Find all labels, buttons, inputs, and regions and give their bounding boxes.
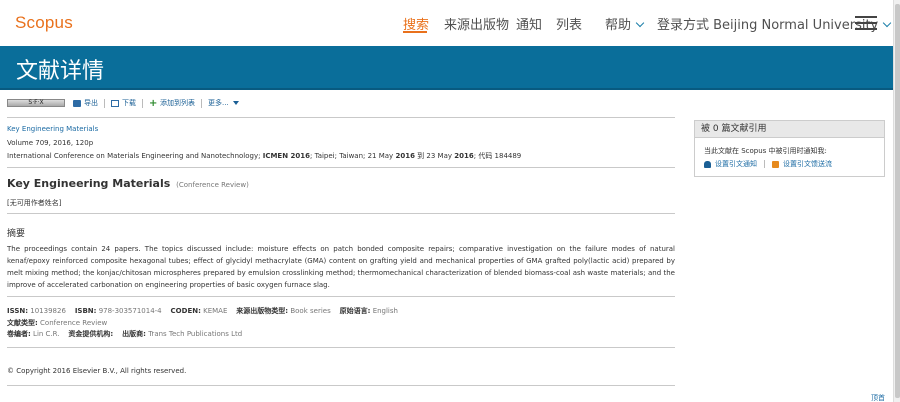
conference-info: International Conference on Materials En… xyxy=(7,151,521,161)
conference-end-date: 23 May xyxy=(426,152,453,160)
issn-value: 10139826 xyxy=(30,307,66,315)
document-toolbar: S·F·X 导出 下载 + 添加到列表 更多... xyxy=(7,97,247,109)
scopus-logo[interactable]: Scopus xyxy=(15,13,73,33)
document-title-text: Key Engineering Materials xyxy=(7,177,171,190)
page-banner: 文献详情 xyxy=(0,46,893,90)
export-icon xyxy=(73,99,81,107)
divider xyxy=(7,385,675,386)
editor-value: Lin C.R. xyxy=(33,330,60,338)
conference-year-start: 2016 xyxy=(395,152,415,160)
cited-by-count: 被 0 篇文献引用 xyxy=(695,121,884,138)
language-value: English xyxy=(372,307,398,315)
export-label: 导出 xyxy=(84,99,98,107)
sfx-button[interactable]: S·F·X xyxy=(7,99,65,107)
issn-label: ISSN: xyxy=(7,307,29,315)
toolbar-divider xyxy=(142,98,143,108)
caret-down-icon xyxy=(232,101,239,105)
cited-by-panel: 被 0 篇文献引用 当此文献在 Scopus 中被引用时通知我: 设置引文通知 … xyxy=(694,120,885,177)
source-journal-link[interactable]: Key Engineering Materials xyxy=(7,125,98,133)
more-label: 更多... xyxy=(208,99,229,107)
export-button[interactable]: 导出 xyxy=(73,98,98,108)
abstract-heading: 摘要 xyxy=(7,229,26,239)
conference-year-end: 2016 xyxy=(454,152,474,160)
coden-value: KEMAE xyxy=(203,307,228,315)
hamburger-menu-icon[interactable] xyxy=(855,16,877,34)
abstract-text: The proceedings contain 24 papers. The t… xyxy=(7,245,675,289)
isbn-value: 978-303571014-4 xyxy=(98,307,162,315)
language-label: 原始语言: xyxy=(339,307,371,315)
nav-help-label: 帮助 xyxy=(605,18,632,33)
chevron-down-icon xyxy=(883,18,892,28)
divider xyxy=(7,296,675,297)
toolbar-divider xyxy=(104,98,105,108)
add-to-list-label: 添加到列表 xyxy=(160,99,195,107)
coden-label: CODEN: xyxy=(170,307,201,315)
top-navigation-bar: Scopus 搜索 来源出版物 通知 列表 帮助 登录方式 Beijing No… xyxy=(0,0,893,46)
publisher-label: 出版商: xyxy=(122,330,146,338)
rss-feed-icon xyxy=(772,160,779,168)
divider xyxy=(7,167,675,168)
document-title: Key Engineering Materials (Conference Re… xyxy=(7,177,249,190)
plus-icon: + xyxy=(149,97,158,109)
date-range-word: 到 xyxy=(417,152,425,160)
publisher-value: Trans Tech Publications Ltd xyxy=(148,330,243,338)
editor-label: 卷编者: xyxy=(7,330,31,338)
conference-acronym: ICMEN 2016 xyxy=(262,152,310,160)
citation-notify-text: 当此文献在 Scopus 中被引用时通知我: xyxy=(704,147,827,155)
isbn-label: ISBN: xyxy=(74,307,97,315)
document-type: (Conference Review) xyxy=(176,181,249,189)
metadata-row-2: 文献类型: Conference Review xyxy=(7,318,107,328)
doc-type-label: 文献类型: xyxy=(7,319,38,327)
author-list: [无可用作者姓名] xyxy=(7,199,62,207)
nav-login-label: 登录方式 Beijing Normal University xyxy=(657,18,879,33)
conference-code: ; 代码 184489 xyxy=(473,152,522,160)
download-button[interactable]: 下载 xyxy=(111,98,136,108)
citation-alert-links: 设置引文通知 设置引文馈送流 xyxy=(704,159,832,169)
conference-location: ; Taipei; Taiwan; 21 May xyxy=(310,152,394,160)
conference-name: International Conference on Materials En… xyxy=(7,152,261,160)
divider xyxy=(7,347,675,348)
copyright-notice: © Copyright 2016 Elsevier B.V., All righ… xyxy=(7,367,187,375)
bell-icon xyxy=(704,160,711,168)
toolbar-divider xyxy=(201,98,202,108)
set-citation-alert-link[interactable]: 设置引文通知 xyxy=(715,159,757,169)
nav-lists[interactable]: 列表 xyxy=(556,14,582,33)
source-type-value: Book series xyxy=(290,307,331,315)
nav-sources[interactable]: 来源出版物 xyxy=(444,14,509,33)
metadata-row-3: 卷编者: Lin C.R. 资金提供机构: 出版商: Trans Tech Pu… xyxy=(7,329,242,339)
download-label: 下载 xyxy=(122,99,136,107)
funding-label: 资金提供机构: xyxy=(68,330,114,338)
divider xyxy=(7,213,675,214)
doc-type-value: Conference Review xyxy=(40,319,108,327)
download-icon xyxy=(111,99,119,107)
chevron-down-icon xyxy=(635,18,645,28)
active-nav-underline xyxy=(403,31,427,33)
source-type-label: 来源出版物类型: xyxy=(236,307,289,315)
divider xyxy=(7,117,675,118)
page-title: 文献详情 xyxy=(16,59,105,84)
nav-alerts[interactable]: 通知 xyxy=(516,14,542,33)
more-menu-button[interactable]: 更多... xyxy=(208,98,239,108)
back-to-top-link[interactable]: 顶首 xyxy=(871,393,885,402)
volume-info: Volume 709, 2016, 120p xyxy=(7,139,94,147)
scrollbar-thumb[interactable] xyxy=(895,4,900,398)
vertical-scrollbar[interactable] xyxy=(893,0,900,402)
nav-help[interactable]: 帮助 xyxy=(605,14,645,33)
link-divider xyxy=(764,160,765,168)
add-to-list-button[interactable]: + 添加到列表 xyxy=(149,98,195,108)
set-citation-feed-link[interactable]: 设置引文馈送流 xyxy=(783,159,832,169)
metadata-row-1: ISSN: 10139826 ISBN: 978-303571014-4 COD… xyxy=(7,306,398,316)
